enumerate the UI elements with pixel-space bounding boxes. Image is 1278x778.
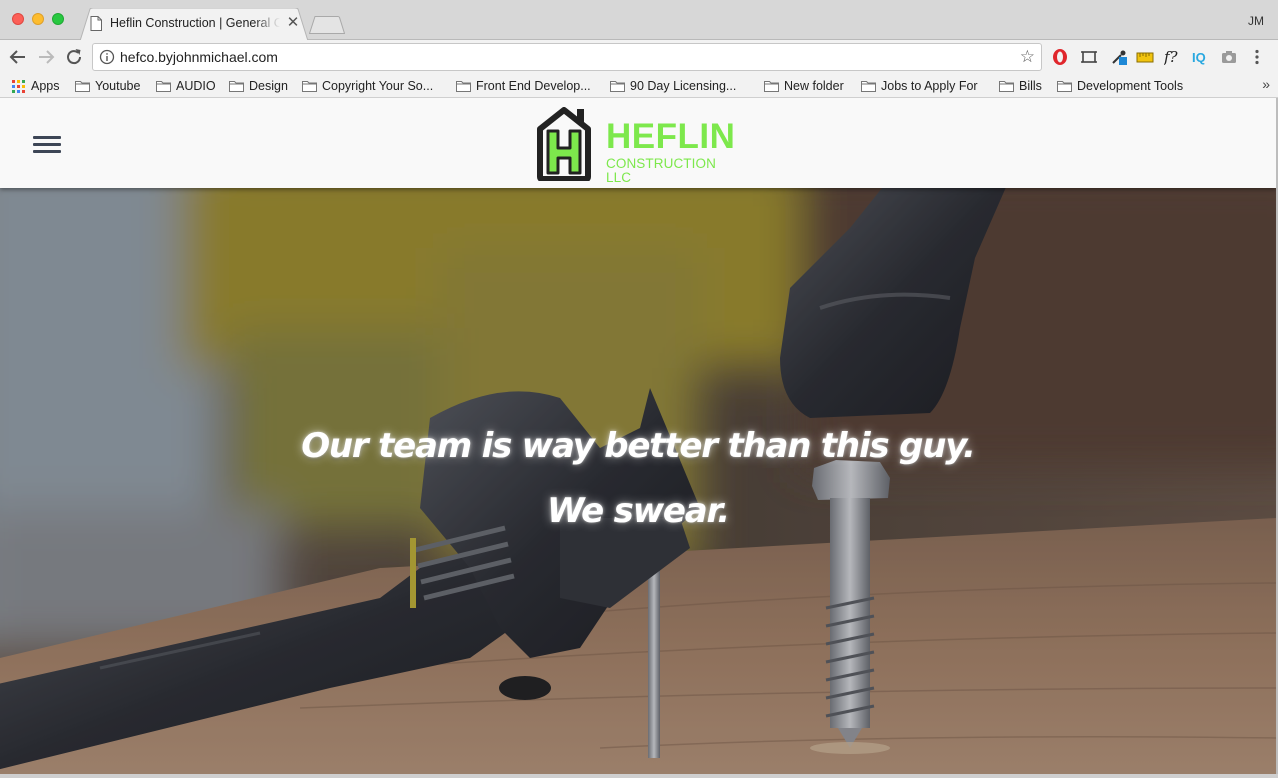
bookmark-folder-bills[interactable]: Bills	[999, 77, 1042, 95]
bookmark-folder-licensing[interactable]: 90 Day Licensing...	[610, 77, 736, 95]
hero-headline: Our team is way better than this guy.	[301, 426, 976, 466]
bookmark-star-icon[interactable]: ☆	[1020, 48, 1035, 66]
hero-subheadline: We swear.	[547, 491, 730, 531]
address-url[interactable]: hefco.byjohnmichael.com	[120, 49, 278, 65]
folder-icon	[75, 81, 90, 92]
opera-extension-icon[interactable]	[1051, 48, 1069, 66]
profile-badge[interactable]: JM	[1248, 14, 1264, 28]
bookmark-label: Development Tools	[1077, 79, 1184, 93]
window-close-button[interactable]	[12, 13, 24, 25]
bookmark-label: Jobs to Apply For	[881, 79, 978, 93]
bookmark-folder-front-end[interactable]: Front End Develop...	[456, 77, 591, 95]
site-logo[interactable]: HEFLIN CONSTRUCTION LLC	[534, 107, 744, 185]
reload-icon[interactable]	[63, 46, 85, 68]
bookmark-label: Apps	[31, 79, 60, 93]
bookmark-label: Front End Develop...	[476, 79, 591, 93]
bookmark-folder-audio[interactable]: AUDIO	[156, 77, 216, 95]
hero-section: Our team is way better than this guy. We…	[0, 188, 1276, 774]
svg-text:f?: f?	[1164, 48, 1179, 66]
tab-title: Heflin Construction | General Contractor	[110, 16, 280, 30]
page-favicon-icon	[90, 16, 102, 31]
address-bar[interactable]: hefco.byjohnmichael.com ☆	[92, 43, 1042, 71]
bookmark-folder-dev-tools[interactable]: Development Tools	[1057, 77, 1183, 95]
logo-wordmark: HEFLIN	[606, 117, 736, 156]
new-tab-button[interactable]	[309, 16, 345, 34]
svg-text:IQ: IQ	[1192, 50, 1206, 65]
forward-arrow-icon[interactable]	[35, 46, 57, 68]
camera-extension-icon[interactable]	[1220, 48, 1238, 66]
bookmark-label: Youtube	[95, 79, 141, 93]
browser-toolbar: hefco.byjohnmichael.com ☆ f? IQ	[0, 40, 1278, 74]
folder-icon	[456, 81, 471, 92]
browser-menu-icon[interactable]	[1248, 48, 1266, 66]
bookmark-label: Copyright Your So...	[322, 79, 434, 93]
folder-icon	[229, 81, 244, 92]
bookmark-label: New folder	[784, 79, 844, 93]
iq-extension-icon[interactable]: IQ	[1192, 48, 1210, 66]
site-header: HEFLIN CONSTRUCTION LLC	[0, 98, 1276, 188]
window-maximize-button[interactable]	[52, 13, 64, 25]
hamburger-menu-icon[interactable]	[33, 136, 61, 156]
bookmarks-bar: Apps Youtube AUDIO Design Copyright Your…	[0, 74, 1278, 98]
bookmark-label: Design	[249, 79, 288, 93]
folder-icon	[1057, 81, 1072, 92]
bookmarks-overflow-button[interactable]: »	[1262, 76, 1270, 92]
window-bottom-edge	[0, 774, 1278, 778]
font-finder-extension-icon[interactable]: f?	[1164, 48, 1182, 66]
web-page: HEFLIN CONSTRUCTION LLC Our team is way …	[0, 98, 1276, 774]
bookmark-folder-youtube[interactable]: Youtube	[75, 77, 140, 95]
apps-grid-icon	[12, 79, 25, 93]
bookmark-folder-new[interactable]: New folder	[764, 77, 844, 95]
folder-icon	[999, 81, 1014, 92]
bookmark-label: Bills	[1019, 79, 1042, 93]
ruler-extension-icon[interactable]	[1136, 48, 1154, 66]
screen-capture-extension-icon[interactable]	[1080, 48, 1098, 66]
bookmark-folder-jobs[interactable]: Jobs to Apply For	[861, 77, 978, 95]
folder-icon	[610, 81, 625, 92]
bookmark-label: AUDIO	[176, 79, 216, 93]
bookmark-folder-copyright[interactable]: Copyright Your So...	[302, 77, 433, 95]
folder-icon	[861, 81, 876, 92]
bookmark-apps[interactable]: Apps	[12, 77, 60, 95]
folder-icon	[764, 81, 779, 92]
window-minimize-button[interactable]	[32, 13, 44, 25]
tab-strip: Heflin Construction | General Contractor…	[0, 0, 1278, 41]
house-h-logo-icon	[537, 107, 591, 182]
logo-subtitle: CONSTRUCTION LLC	[606, 156, 716, 185]
hero-overlay	[0, 188, 1276, 774]
browser-chrome: Heflin Construction | General Contractor…	[0, 0, 1278, 98]
back-arrow-icon[interactable]	[7, 46, 29, 68]
bookmark-folder-design[interactable]: Design	[229, 77, 288, 95]
folder-icon	[302, 81, 317, 92]
eyedropper-extension-icon[interactable]	[1110, 48, 1128, 66]
bookmark-label: 90 Day Licensing...	[630, 79, 737, 93]
tab-close-icon[interactable]: ✕	[285, 15, 301, 31]
folder-icon	[156, 81, 171, 92]
tab-active[interactable]: Heflin Construction | General Contractor…	[80, 8, 308, 41]
site-info-icon[interactable]	[99, 49, 115, 65]
